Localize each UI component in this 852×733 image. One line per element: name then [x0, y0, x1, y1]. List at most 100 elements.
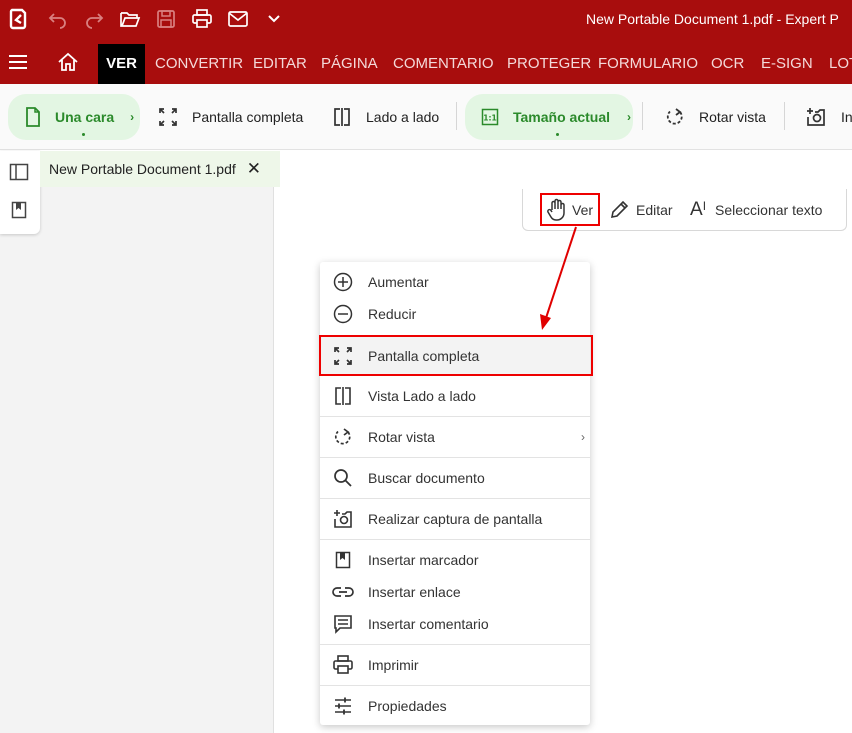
rotate-icon [664, 106, 686, 128]
screenshot-icon [332, 508, 354, 530]
una-cara-chevron-icon[interactable]: › [130, 110, 134, 124]
undo-icon[interactable] [47, 8, 69, 30]
menu-item-imprimir[interactable]: Imprimir [320, 649, 590, 681]
tab-editar[interactable]: EDITAR [253, 44, 307, 84]
tab-ver[interactable]: VER [98, 44, 145, 84]
seleccionar-texto-label: Seleccionar texto [715, 202, 823, 218]
app-logo-icon[interactable] [7, 8, 29, 30]
tab-convertir[interactable]: CONVERTIR [155, 44, 243, 84]
tab-lote[interactable]: LOT [829, 44, 852, 84]
menu-item-label: Insertar enlace [368, 584, 461, 600]
menu-item-label: Aumentar [368, 274, 429, 290]
fullscreen-icon [157, 106, 179, 128]
actual-size-icon: 1:1 [479, 106, 501, 128]
insertar-button[interactable]: In [805, 94, 852, 140]
svg-text:1:1: 1:1 [483, 114, 496, 123]
seleccionar-texto-tool-button[interactable]: A I Seleccionar texto [690, 189, 822, 231]
lado-a-lado-button[interactable]: Lado a lado [331, 94, 439, 140]
menu-divider [320, 685, 590, 686]
menu-item-insertar-marcador[interactable]: Insertar marcador [320, 544, 590, 576]
menu-item-label: Reducir [368, 306, 417, 322]
menu-divider [320, 416, 590, 417]
menu-item-label: Realizar captura de pantalla [368, 511, 543, 527]
hamburger-menu-icon[interactable] [8, 54, 28, 70]
tab-formulario[interactable]: FORMULARIO [598, 44, 698, 84]
mode-toolbar: Ver Editar A I Seleccionar texto [522, 189, 847, 231]
document-tab[interactable]: New Portable Document 1.pdf ✕ [40, 151, 280, 187]
single-page-icon [22, 106, 44, 128]
menu-item-label: Insertar comentario [368, 616, 489, 632]
ribbon-divider [784, 102, 785, 130]
side-by-side-icon [331, 106, 353, 128]
pantalla-completa-button[interactable]: Pantalla completa [157, 94, 303, 140]
text-select-icon: A [690, 199, 703, 220]
menu-item-aumentar[interactable]: Aumentar [320, 266, 590, 298]
screenshot-icon [805, 106, 827, 128]
submenu-arrow-icon: › [581, 430, 585, 444]
insertar-label: In [841, 109, 852, 125]
mail-icon[interactable] [227, 8, 249, 30]
menu-divider [320, 457, 590, 458]
rotate-icon [332, 426, 354, 448]
menu-item-vista-lado-a-lado[interactable]: Vista Lado a lado [320, 380, 590, 412]
document-tab-label: New Portable Document 1.pdf [49, 161, 236, 177]
menu-item-buscar-documento[interactable]: Buscar documento [320, 462, 590, 494]
menu-item-label: Rotar vista [368, 429, 435, 445]
menu-item-insertar-comentario[interactable]: Insertar comentario [320, 608, 590, 640]
lado-a-lado-label: Lado a lado [366, 109, 440, 125]
save-icon[interactable] [155, 8, 177, 30]
active-indicator-dot [556, 133, 559, 136]
menu-divider [320, 644, 590, 645]
ver-tool-label: Ver [572, 202, 594, 218]
rotar-vista-button[interactable]: Rotar vista [664, 94, 766, 140]
ribbon-divider [456, 102, 457, 130]
tab-ocr[interactable]: OCR [711, 44, 744, 84]
close-icon[interactable]: ✕ [247, 159, 261, 179]
zoom-out-circle-icon [332, 303, 354, 325]
menu-item-captura-pantalla[interactable]: Realizar captura de pantalla [320, 503, 590, 535]
dropdown-chevron-icon[interactable] [263, 8, 285, 30]
tamano-actual-label: Tamaño actual [513, 109, 610, 125]
tamano-actual-chevron-icon[interactable]: › [627, 110, 631, 124]
tab-proteger[interactable]: PROTEGER [507, 44, 591, 84]
properties-sliders-icon [332, 695, 354, 717]
pantalla-completa-label: Pantalla completa [192, 109, 304, 125]
menu-divider [320, 498, 590, 499]
tamano-actual-button[interactable]: 1:1 Tamaño actual › [465, 94, 633, 140]
menu-item-label: Insertar marcador [368, 552, 479, 568]
menu-bar: VER CONVERTIR EDITAR PÁGINA COMENTARIO P… [0, 38, 852, 84]
bookmark-icon[interactable] [11, 201, 27, 219]
editar-tool-button[interactable]: Editar [609, 189, 673, 231]
tab-comentario[interactable]: COMENTARIO [393, 44, 494, 84]
text-cursor-icon: I [702, 199, 707, 213]
una-cara-button[interactable]: Una cara › [8, 94, 140, 140]
editar-tool-label: Editar [636, 202, 673, 218]
context-menu: Aumentar Reducir Pantalla completa Vista… [319, 262, 593, 725]
active-indicator-dot [82, 133, 85, 136]
window-title: New Portable Document 1.pdf - Expert P [586, 11, 839, 27]
menu-divider [320, 539, 590, 540]
menu-item-insertar-enlace[interactable]: Insertar enlace [320, 576, 590, 608]
tab-esign[interactable]: E-SIGN [761, 44, 813, 84]
menu-item-label: Vista Lado a lado [368, 388, 476, 404]
zoom-in-circle-icon [332, 271, 354, 293]
sidebar-strip [0, 151, 40, 234]
search-icon [332, 467, 354, 489]
menu-item-propiedades[interactable]: Propiedades [320, 690, 590, 722]
menu-item-reducir[interactable]: Reducir [320, 298, 590, 330]
pantalla-completa-highlight-box [319, 335, 593, 376]
menu-item-rotar-vista[interactable]: Rotar vista › [320, 421, 590, 453]
una-cara-label: Una cara [55, 109, 115, 125]
ribbon-divider [642, 102, 643, 130]
side-by-side-icon [332, 385, 354, 407]
redo-icon[interactable] [83, 8, 105, 30]
open-folder-icon[interactable] [119, 8, 141, 30]
panel-toggle-icon[interactable] [9, 163, 29, 181]
ver-tool-button[interactable]: Ver [546, 189, 593, 231]
print-icon[interactable] [191, 8, 213, 30]
pencil-icon [609, 200, 629, 220]
tab-pagina[interactable]: PÁGINA [321, 44, 378, 84]
title-bar: New Portable Document 1.pdf - Expert P [0, 0, 852, 38]
home-icon[interactable] [57, 52, 79, 72]
ribbon-toolbar: Una cara › Pantalla completa Lado a lado… [0, 84, 852, 150]
